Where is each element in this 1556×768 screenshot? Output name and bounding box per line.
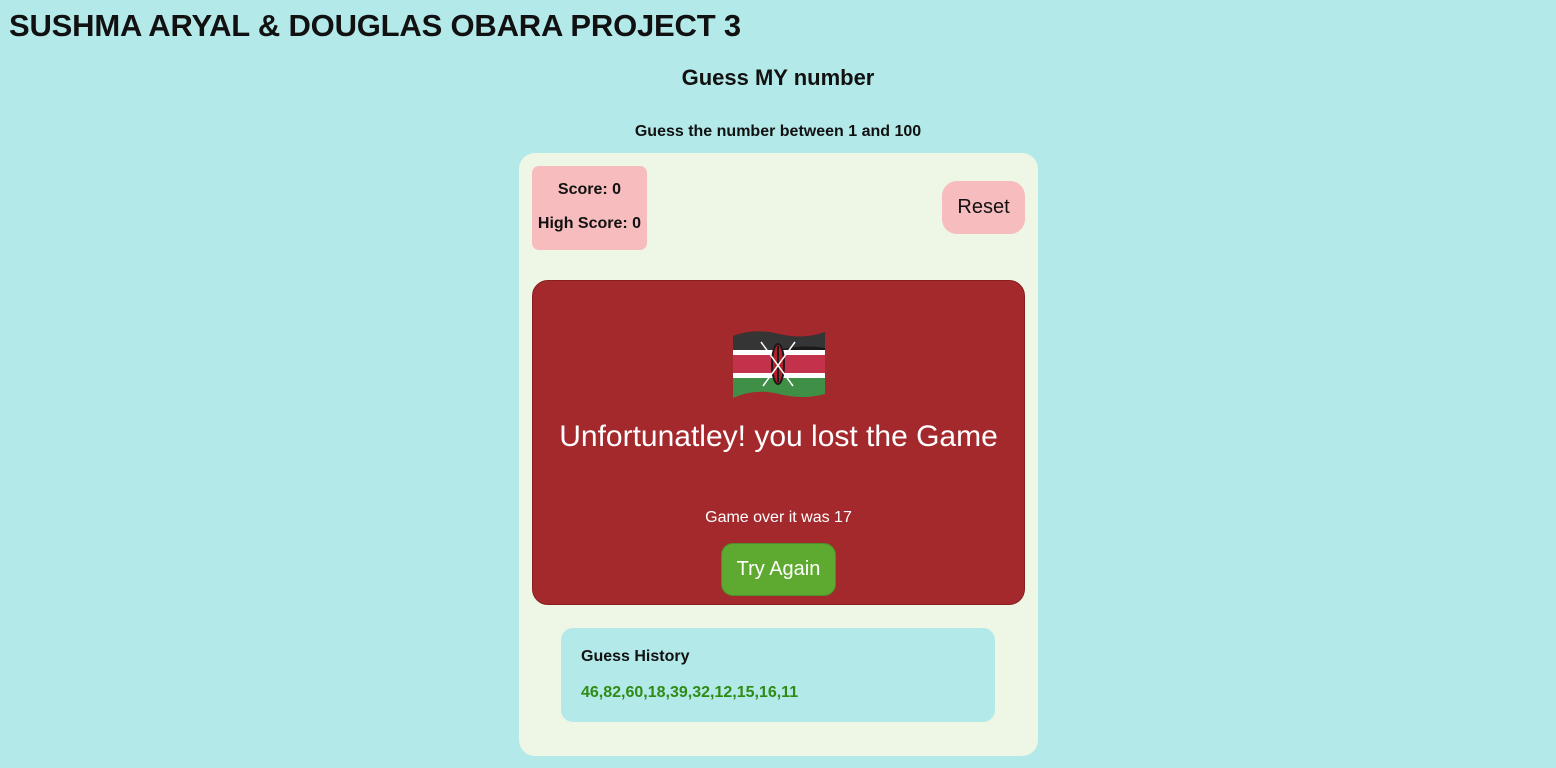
result-panel: Unfortunatley! you lost the Game Game ov… [532,280,1025,605]
game-title: Guess MY number [681,65,875,90]
guess-history-values: 46,82,60,18,39,32,12,15,16,11 [581,684,799,701]
score-label: Score: 0 [557,181,622,198]
result-message: Unfortunatley! you lost the Game [559,420,998,453]
guess-history-title: Guess History [581,648,690,665]
try-again-button[interactable]: Try Again [721,543,836,596]
game-over-text: Game over it was 17 [705,509,852,526]
scoreboard: Score: 0 High Score: 0 [532,166,647,250]
guess-history-panel: Guess History 46,82,60,18,39,32,12,15,16… [561,628,995,722]
reset-button[interactable]: Reset [942,181,1025,234]
high-score-label: High Score: 0 [537,215,642,232]
kenya-flag-icon [733,331,825,398]
page-title: SUSHMA ARYAL & DOUGLAS OBARA PROJECT 3 [9,8,741,43]
game-card: Score: 0 High Score: 0 Reset Unfortunatl… [519,153,1038,756]
game-instructions: Guess the number between 1 and 100 [634,123,922,140]
